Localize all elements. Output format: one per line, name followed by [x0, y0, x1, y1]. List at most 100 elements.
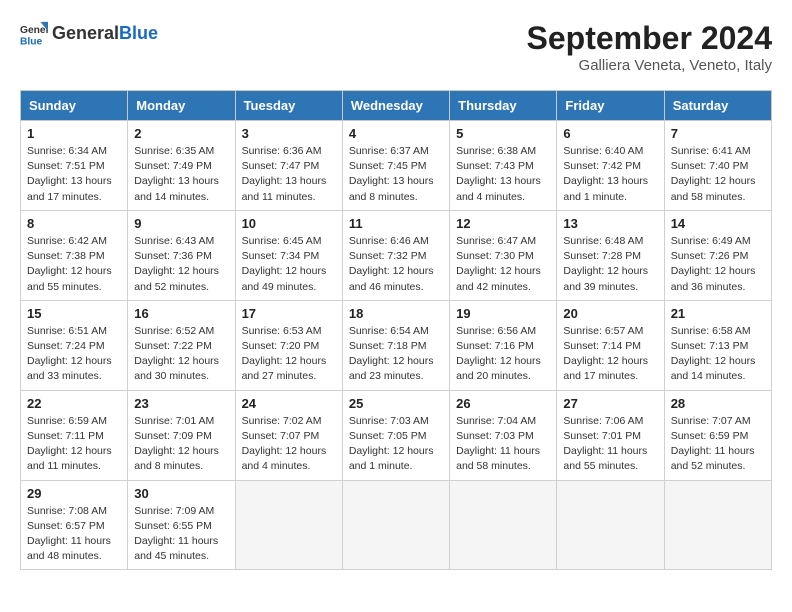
day-detail: Sunrise: 7:04 AM Sunset: 7:03 PM Dayligh…: [456, 414, 550, 475]
day-number: 6: [563, 126, 657, 141]
day-detail: Sunrise: 6:41 AM Sunset: 7:40 PM Dayligh…: [671, 144, 765, 205]
calendar-cell: 16 Sunrise: 6:52 AM Sunset: 7:22 PM Dayl…: [128, 300, 235, 390]
logo-general-text: General: [52, 23, 119, 43]
calendar-cell: 18 Sunrise: 6:54 AM Sunset: 7:18 PM Dayl…: [342, 300, 449, 390]
calendar-cell: 4 Sunrise: 6:37 AM Sunset: 7:45 PM Dayli…: [342, 121, 449, 211]
calendar-cell: 12 Sunrise: 6:47 AM Sunset: 7:30 PM Dayl…: [450, 210, 557, 300]
day-number: 24: [242, 396, 336, 411]
day-detail: Sunrise: 7:08 AM Sunset: 6:57 PM Dayligh…: [27, 504, 121, 565]
calendar-week-3: 15 Sunrise: 6:51 AM Sunset: 7:24 PM Dayl…: [21, 300, 772, 390]
day-detail: Sunrise: 6:45 AM Sunset: 7:34 PM Dayligh…: [242, 234, 336, 295]
day-detail: Sunrise: 7:02 AM Sunset: 7:07 PM Dayligh…: [242, 414, 336, 475]
day-number: 18: [349, 306, 443, 321]
day-detail: Sunrise: 6:58 AM Sunset: 7:13 PM Dayligh…: [671, 324, 765, 385]
day-detail: Sunrise: 7:01 AM Sunset: 7:09 PM Dayligh…: [134, 414, 228, 475]
calendar-cell: [450, 480, 557, 570]
day-detail: Sunrise: 7:06 AM Sunset: 7:01 PM Dayligh…: [563, 414, 657, 475]
calendar-cell: 23 Sunrise: 7:01 AM Sunset: 7:09 PM Dayl…: [128, 390, 235, 480]
calendar-cell: [557, 480, 664, 570]
day-number: 22: [27, 396, 121, 411]
calendar-cell: 21 Sunrise: 6:58 AM Sunset: 7:13 PM Dayl…: [664, 300, 771, 390]
calendar-cell: 29 Sunrise: 7:08 AM Sunset: 6:57 PM Dayl…: [21, 480, 128, 570]
day-number: 30: [134, 486, 228, 501]
day-number: 12: [456, 216, 550, 231]
day-number: 20: [563, 306, 657, 321]
day-number: 4: [349, 126, 443, 141]
calendar-cell: 24 Sunrise: 7:02 AM Sunset: 7:07 PM Dayl…: [235, 390, 342, 480]
day-detail: Sunrise: 6:51 AM Sunset: 7:24 PM Dayligh…: [27, 324, 121, 385]
page-header: General Blue GeneralBlue September 2024 …: [20, 20, 772, 74]
svg-text:Blue: Blue: [20, 36, 43, 47]
calendar-cell: 3 Sunrise: 6:36 AM Sunset: 7:47 PM Dayli…: [235, 121, 342, 211]
logo: General Blue GeneralBlue: [20, 20, 158, 48]
day-detail: Sunrise: 6:47 AM Sunset: 7:30 PM Dayligh…: [456, 234, 550, 295]
calendar-week-1: 1 Sunrise: 6:34 AM Sunset: 7:51 PM Dayli…: [21, 121, 772, 211]
day-header-saturday: Saturday: [664, 91, 771, 121]
day-detail: Sunrise: 6:43 AM Sunset: 7:36 PM Dayligh…: [134, 234, 228, 295]
logo-blue-text: Blue: [119, 23, 158, 43]
day-header-friday: Friday: [557, 91, 664, 121]
day-detail: Sunrise: 6:46 AM Sunset: 7:32 PM Dayligh…: [349, 234, 443, 295]
day-detail: Sunrise: 7:03 AM Sunset: 7:05 PM Dayligh…: [349, 414, 443, 475]
location-subtitle: Galliera Veneta, Veneto, Italy: [527, 57, 772, 74]
day-number: 1: [27, 126, 121, 141]
day-number: 28: [671, 396, 765, 411]
calendar-cell: 26 Sunrise: 7:04 AM Sunset: 7:03 PM Dayl…: [450, 390, 557, 480]
day-header-wednesday: Wednesday: [342, 91, 449, 121]
day-number: 3: [242, 126, 336, 141]
calendar-week-2: 8 Sunrise: 6:42 AM Sunset: 7:38 PM Dayli…: [21, 210, 772, 300]
calendar-cell: 8 Sunrise: 6:42 AM Sunset: 7:38 PM Dayli…: [21, 210, 128, 300]
calendar-cell: 13 Sunrise: 6:48 AM Sunset: 7:28 PM Dayl…: [557, 210, 664, 300]
calendar-cell: 5 Sunrise: 6:38 AM Sunset: 7:43 PM Dayli…: [450, 121, 557, 211]
calendar-cell: 14 Sunrise: 6:49 AM Sunset: 7:26 PM Dayl…: [664, 210, 771, 300]
day-detail: Sunrise: 6:52 AM Sunset: 7:22 PM Dayligh…: [134, 324, 228, 385]
calendar-cell: 27 Sunrise: 7:06 AM Sunset: 7:01 PM Dayl…: [557, 390, 664, 480]
day-number: 17: [242, 306, 336, 321]
day-number: 7: [671, 126, 765, 141]
calendar-cell: 22 Sunrise: 6:59 AM Sunset: 7:11 PM Dayl…: [21, 390, 128, 480]
day-detail: Sunrise: 6:42 AM Sunset: 7:38 PM Dayligh…: [27, 234, 121, 295]
day-detail: Sunrise: 6:38 AM Sunset: 7:43 PM Dayligh…: [456, 144, 550, 205]
calendar-cell: 6 Sunrise: 6:40 AM Sunset: 7:42 PM Dayli…: [557, 121, 664, 211]
day-number: 16: [134, 306, 228, 321]
days-of-week-row: SundayMondayTuesdayWednesdayThursdayFrid…: [21, 91, 772, 121]
day-header-sunday: Sunday: [21, 91, 128, 121]
day-number: 14: [671, 216, 765, 231]
calendar-cell: 20 Sunrise: 6:57 AM Sunset: 7:14 PM Dayl…: [557, 300, 664, 390]
day-number: 9: [134, 216, 228, 231]
day-number: 2: [134, 126, 228, 141]
calendar-cell: 9 Sunrise: 6:43 AM Sunset: 7:36 PM Dayli…: [128, 210, 235, 300]
day-number: 15: [27, 306, 121, 321]
calendar-week-4: 22 Sunrise: 6:59 AM Sunset: 7:11 PM Dayl…: [21, 390, 772, 480]
logo-icon: General Blue: [20, 20, 48, 48]
calendar-table: SundayMondayTuesdayWednesdayThursdayFrid…: [20, 90, 772, 570]
calendar-cell: 10 Sunrise: 6:45 AM Sunset: 7:34 PM Dayl…: [235, 210, 342, 300]
calendar-cell: [342, 480, 449, 570]
day-number: 5: [456, 126, 550, 141]
day-number: 27: [563, 396, 657, 411]
day-header-tuesday: Tuesday: [235, 91, 342, 121]
day-number: 8: [27, 216, 121, 231]
calendar-cell: 11 Sunrise: 6:46 AM Sunset: 7:32 PM Dayl…: [342, 210, 449, 300]
calendar-header: SundayMondayTuesdayWednesdayThursdayFrid…: [21, 91, 772, 121]
day-detail: Sunrise: 6:35 AM Sunset: 7:49 PM Dayligh…: [134, 144, 228, 205]
day-header-monday: Monday: [128, 91, 235, 121]
calendar-cell: 1 Sunrise: 6:34 AM Sunset: 7:51 PM Dayli…: [21, 121, 128, 211]
svg-text:General: General: [20, 25, 48, 36]
day-number: 19: [456, 306, 550, 321]
day-detail: Sunrise: 6:34 AM Sunset: 7:51 PM Dayligh…: [27, 144, 121, 205]
calendar-cell: 30 Sunrise: 7:09 AM Sunset: 6:55 PM Dayl…: [128, 480, 235, 570]
day-number: 21: [671, 306, 765, 321]
day-detail: Sunrise: 6:49 AM Sunset: 7:26 PM Dayligh…: [671, 234, 765, 295]
calendar-body: 1 Sunrise: 6:34 AM Sunset: 7:51 PM Dayli…: [21, 121, 772, 570]
day-number: 23: [134, 396, 228, 411]
calendar-cell: 7 Sunrise: 6:41 AM Sunset: 7:40 PM Dayli…: [664, 121, 771, 211]
calendar-cell: 25 Sunrise: 7:03 AM Sunset: 7:05 PM Dayl…: [342, 390, 449, 480]
day-detail: Sunrise: 6:56 AM Sunset: 7:16 PM Dayligh…: [456, 324, 550, 385]
month-year-title: September 2024: [527, 20, 772, 57]
day-detail: Sunrise: 6:59 AM Sunset: 7:11 PM Dayligh…: [27, 414, 121, 475]
calendar-cell: 15 Sunrise: 6:51 AM Sunset: 7:24 PM Dayl…: [21, 300, 128, 390]
day-number: 11: [349, 216, 443, 231]
title-section: September 2024 Galliera Veneta, Veneto, …: [527, 20, 772, 74]
day-number: 25: [349, 396, 443, 411]
